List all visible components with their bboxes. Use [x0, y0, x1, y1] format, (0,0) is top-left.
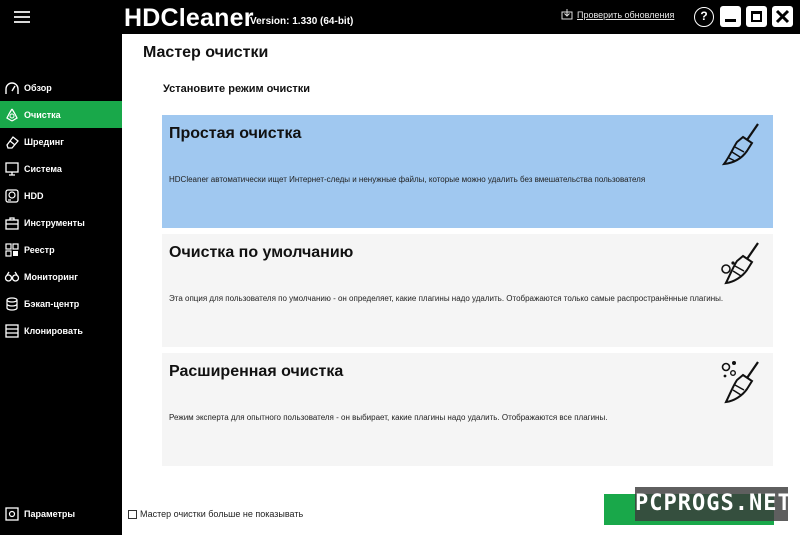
- mode-card-description: Режим эксперта для опытного пользователя…: [169, 413, 608, 422]
- mode-card-title: Простая очистка: [169, 125, 302, 142]
- title-bar: HDCleaner Version: 1.330 (64-bit) Провер…: [0, 0, 800, 34]
- mode-card-simple-cleaning[interactable]: Простая очистка HDCleaner автоматически …: [162, 115, 773, 228]
- mode-card-description: HDCleaner автоматически ищет Интернет-сл…: [169, 175, 646, 184]
- sidebar-item-label: Реестр: [24, 244, 55, 255]
- dont-show-again-label: Мастер очистки больше не показывать: [140, 509, 304, 519]
- sidebar-item-label: Клонировать: [24, 325, 83, 336]
- sidebar-item-tools[interactable]: Инструменты: [0, 209, 122, 236]
- app-name: HDCleaner: [124, 4, 254, 32]
- overview-icon: [5, 81, 19, 94]
- sidebar-item-overview[interactable]: Обзор: [0, 74, 122, 101]
- backup-icon: [6, 296, 18, 311]
- mode-card-title: Очистка по умолчанию: [169, 244, 354, 261]
- help-button[interactable]: ?: [694, 7, 714, 27]
- sidebar-item-backup-center[interactable]: Бэкап-центр: [0, 290, 122, 317]
- settings-icon: [5, 506, 19, 521]
- sidebar-item-clone[interactable]: Клонировать: [0, 317, 122, 344]
- minimize-button[interactable]: [720, 6, 741, 27]
- sidebar-item-label: Шрединг: [24, 136, 64, 147]
- sidebar-item-label: HDD: [24, 190, 44, 201]
- sidebar-item-label: Система: [24, 163, 62, 174]
- sidebar-item-label: Бэкап-центр: [24, 298, 80, 309]
- mode-card-advanced-cleaning[interactable]: Расширенная очистка Режим эксперта для о…: [162, 353, 773, 466]
- mode-card-title: Расширенная очистка: [169, 363, 344, 380]
- sidebar-item-registry[interactable]: Реестр: [0, 236, 122, 263]
- close-icon: [775, 9, 790, 24]
- sidebar-item-label: Инструменты: [24, 217, 85, 228]
- main-panel: Мастер очистки Установите режим очистки …: [122, 34, 800, 535]
- mode-card-default-cleaning[interactable]: Очистка по умолчанию Эта опция для польз…: [162, 234, 773, 347]
- broom-sparkle-icon: [721, 242, 759, 285]
- sidebar-item-system[interactable]: Система: [0, 155, 122, 182]
- watermark-logo: PCPROGS.NET: [635, 487, 791, 521]
- mode-subtitle: Установите режим очистки: [163, 83, 311, 95]
- dont-show-again-row[interactable]: Мастер очистки больше не показывать: [128, 509, 303, 519]
- page-title: Мастер очистки: [143, 44, 269, 61]
- close-button[interactable]: [772, 6, 793, 27]
- sidebar-item-label: Очистка: [24, 109, 61, 120]
- mode-card-description: Эта опция для пользователя по умолчанию …: [169, 294, 724, 303]
- hamburger-menu-icon[interactable]: [14, 11, 30, 23]
- broom-bubbles-icon: [721, 361, 759, 404]
- toolbox-icon: [5, 216, 19, 230]
- sidebar-item-hdd[interactable]: HDD: [0, 182, 122, 209]
- sidebar: Обзор Очистка Шрединг Система HDD Инстру…: [0, 34, 122, 535]
- broom-icon: [721, 123, 759, 166]
- hdd-icon: [5, 188, 19, 203]
- monitoring-icon: [4, 271, 20, 282]
- registry-icon: [5, 242, 19, 257]
- system-icon: [5, 161, 19, 176]
- check-updates-link[interactable]: Проверить обновления: [577, 10, 674, 20]
- dont-show-again-checkbox[interactable]: [128, 509, 137, 519]
- clone-icon: [5, 323, 19, 338]
- sidebar-item-cleaning[interactable]: Очистка: [0, 101, 122, 128]
- settings-label: Параметры: [24, 508, 76, 519]
- eraser-icon: [6, 135, 19, 149]
- app-version: Version: 1.330 (64-bit): [250, 16, 354, 27]
- sidebar-item-settings[interactable]: Параметры: [0, 500, 122, 527]
- maximize-button[interactable]: [746, 6, 767, 27]
- update-check-icon[interactable]: [561, 8, 573, 20]
- sidebar-item-shredding[interactable]: Шрединг: [0, 128, 122, 155]
- sidebar-item-label: Обзор: [24, 82, 52, 93]
- sidebar-item-label: Мониторинг: [24, 271, 78, 282]
- sidebar-item-monitoring[interactable]: Мониторинг: [0, 263, 122, 290]
- recycle-icon: [6, 108, 18, 122]
